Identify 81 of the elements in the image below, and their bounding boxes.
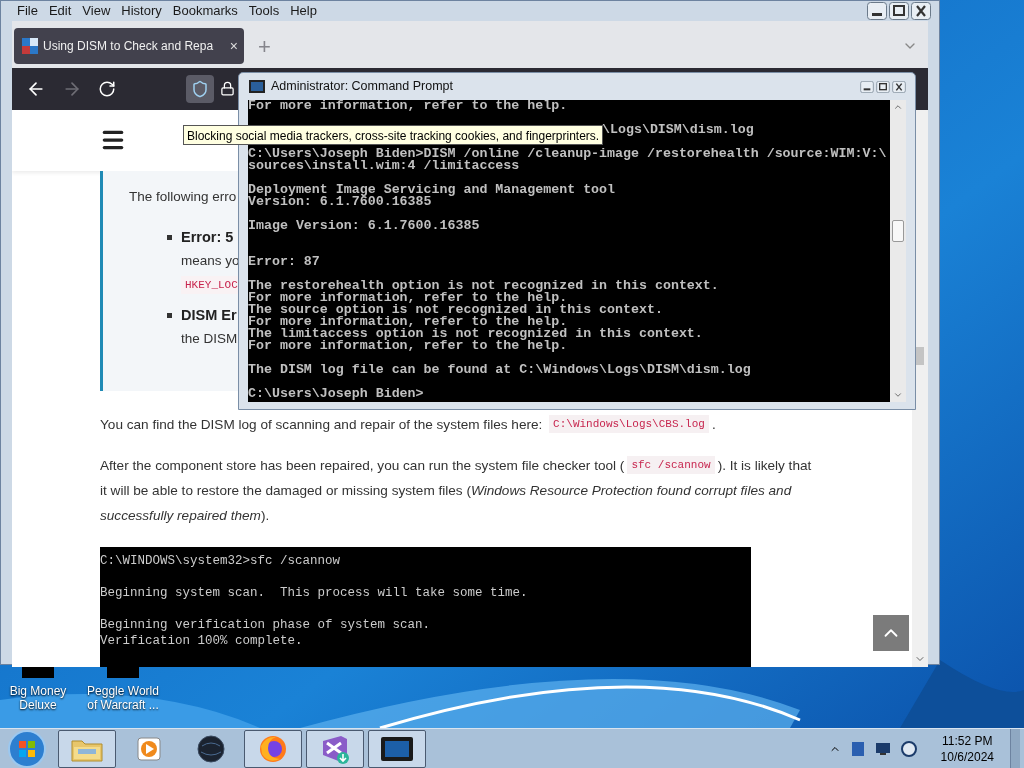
reload-icon[interactable] [98, 79, 116, 98]
taskbar-button[interactable] [58, 729, 116, 768]
console-line: For more information, refer to the help. [248, 292, 568, 304]
site-icon [22, 38, 38, 54]
menu-item[interactable]: View [82, 1, 111, 21]
lock-icon[interactable] [220, 81, 235, 96]
tab-title: Using DISM to Check and Repa [43, 38, 214, 55]
scrollbar[interactable] [890, 100, 906, 402]
tracking-shield[interactable] [186, 74, 214, 103]
console-line: For more information, refer to the help. [248, 316, 569, 328]
paragraph-text: successfully repaired them). [100, 506, 270, 525]
bullet-icon [167, 312, 172, 318]
console-line: sources\install.wim:4 /limitaccess [248, 160, 521, 172]
console-icon [249, 80, 265, 93]
error-title: Error: 5 [181, 227, 235, 246]
browser-tab[interactable]: Using DISM to Check and Repa × [14, 28, 244, 64]
console-line: The restorehealth option is not recognized in this context. [248, 280, 720, 292]
tooltip: Blocking social media trackers, cross-site tracking cookies, and fingerprinters. [183, 125, 604, 145]
paragraph-text: You can find the DISM log of scanning and repair of the system files here: [100, 415, 544, 434]
console-line: C:\WINDOWS\system32>sfc /scannow [100, 552, 342, 569]
window-title: Administrator: Command Prompt [271, 78, 453, 96]
scroll-thumb[interactable] [916, 346, 924, 365]
menu-item[interactable]: Edit [48, 1, 72, 21]
shield-icon [191, 79, 209, 98]
console-line: Beginning verification phase of system scan. [100, 616, 432, 633]
menu-item[interactable]: Bookmarks [172, 1, 238, 21]
console-line: The source option is not recognized in this context. [248, 304, 664, 316]
paragraph-text: it will be able to restore the damaged or missing system files (Windows Resource Protection found corrupt files and [100, 481, 792, 500]
console-line: Image Version: 6.1.7600.16385 [248, 220, 481, 232]
callout-text: the DISM [181, 329, 238, 348]
scroll-down-icon[interactable] [893, 390, 903, 400]
close-icon[interactable] [892, 80, 906, 93]
menu-item[interactable]: Tools [248, 1, 280, 21]
monitor-icon [380, 735, 414, 762]
icon-label[interactable]: Peggle World of Warcraft ... [85, 684, 161, 712]
globe-icon [196, 733, 226, 764]
console-line: C:\Users\Joseph Biden> [248, 388, 425, 400]
maximize-icon[interactable] [889, 1, 909, 20]
maximize-icon[interactable] [876, 80, 890, 93]
console-line: Beginning system scan. This process will take some time. [100, 584, 529, 601]
show-desktop-button[interactable] [1010, 728, 1020, 768]
taskbar-button[interactable] [306, 729, 364, 768]
tab-close[interactable]: × [229, 39, 238, 53]
tray-icon[interactable] [850, 740, 865, 757]
menu-item[interactable]: File [17, 1, 38, 21]
paragraph-text: ). It is likely that [717, 456, 812, 475]
console-line: Verification 100% complete. [100, 632, 304, 649]
firefox-icon [258, 733, 288, 764]
console-line: For more information, refer to the help. [248, 100, 569, 112]
network-icon[interactable] [874, 741, 891, 756]
console-line: Version: 6.1.7600.16385 [248, 196, 432, 208]
console-line: \Logs\DISM\dism.log [602, 124, 755, 136]
inline-code: C:\Windows\Logs\CBS.log [549, 415, 709, 433]
inline-code: sfc /scannow [627, 456, 715, 474]
scroll-thumb[interactable] [892, 220, 904, 242]
minimize-icon[interactable] [860, 80, 874, 93]
paragraph-text: . [711, 415, 716, 434]
clock-tray-icon[interactable] [900, 740, 917, 757]
menu-item[interactable]: History [121, 1, 162, 21]
console-line: For more information, refer to the help. [248, 340, 569, 352]
clock-time[interactable]: 11:52 PM [942, 732, 993, 749]
close-icon[interactable] [911, 1, 931, 20]
paragraph-text: After the component store has been repaired, you can run the system file checker tool ( [100, 456, 625, 475]
minimize-icon[interactable] [867, 1, 887, 20]
icon-label[interactable]: Big Money Deluxe [0, 684, 76, 712]
scroll-top-button[interactable] [873, 615, 909, 651]
clock-date[interactable]: 10/6/2024 [940, 748, 994, 765]
scroll-up-icon[interactable] [893, 102, 903, 112]
console-line: Deployment Image Servicing and Management tool [248, 184, 617, 196]
error-title: DISM Er [181, 305, 238, 324]
console-line: Error: 87 [248, 256, 321, 268]
windows-logo-icon [18, 739, 36, 758]
callout-text: The following erro [129, 187, 237, 206]
console-line: C:\Users\Joseph Biden>DISM /online /cleanup-image /restorehealth /source:WIM:V:\ [248, 148, 888, 160]
play-icon [136, 735, 162, 762]
console-line: The limitaccess option is not recognized in this context. [248, 328, 704, 340]
menu-item[interactable]: Help [290, 1, 317, 21]
start-button[interactable] [8, 729, 46, 768]
console-line: The DISM log file can be found at C:\Windows\Logs\DISM\dism.log [248, 364, 752, 376]
taskbar-button[interactable] [368, 729, 426, 768]
bullet-icon [167, 234, 172, 240]
